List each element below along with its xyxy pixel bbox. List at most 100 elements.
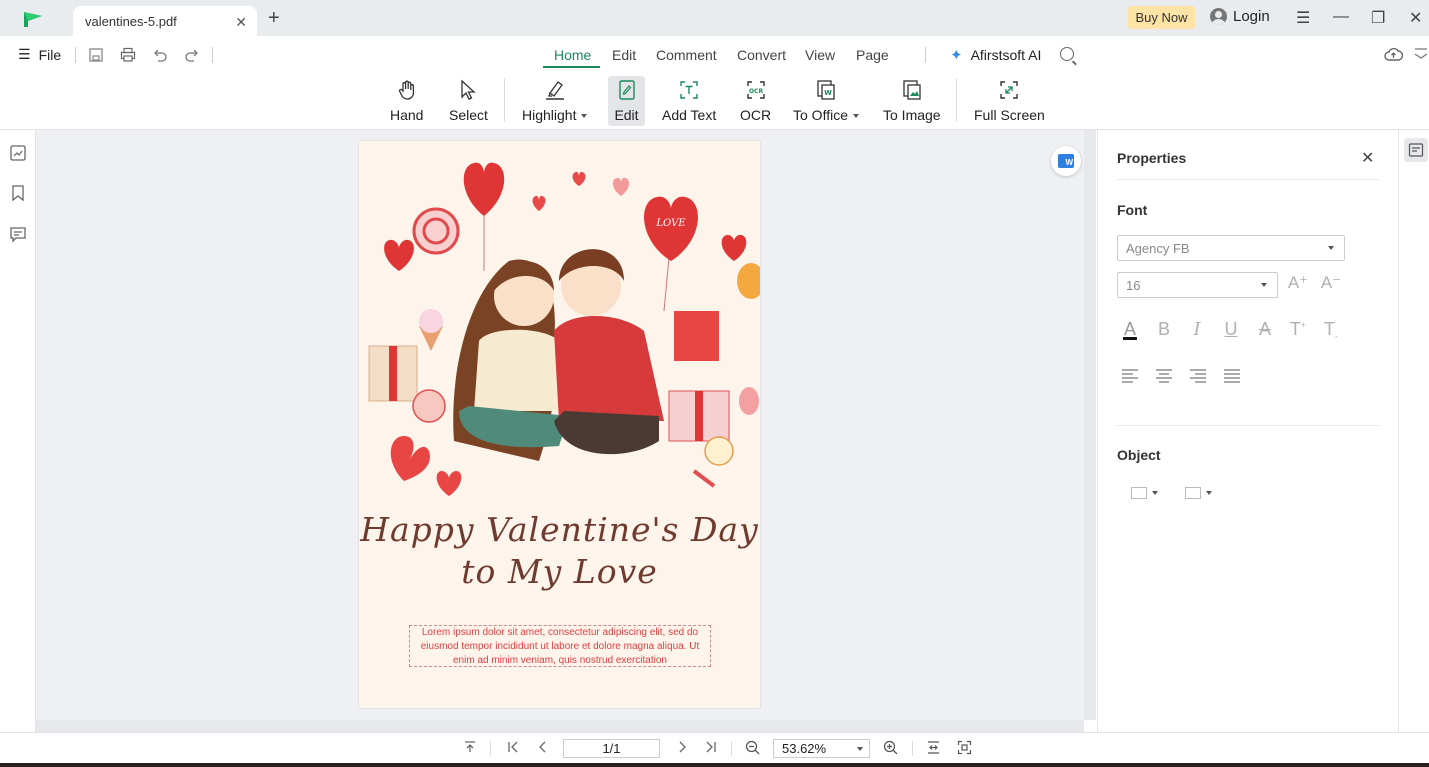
to-image-button[interactable]: To Image: [879, 76, 945, 126]
pdf-page[interactable]: LOVE Happy Valentine's Day to My Love Lo…: [359, 141, 760, 708]
divider: [1117, 179, 1379, 180]
increase-font-size-icon[interactable]: A⁺: [1286, 273, 1310, 293]
document-tab[interactable]: valentines-5.pdf ✕: [73, 6, 257, 36]
last-page-icon[interactable]: [704, 740, 718, 754]
cloud-upload-icon[interactable]: [1384, 47, 1403, 62]
document-tab-title: valentines-5.pdf: [85, 13, 177, 29]
page-number-input[interactable]: 1/1: [563, 739, 660, 758]
decrease-font-size-icon[interactable]: A⁻: [1319, 273, 1343, 293]
align-center-icon[interactable]: [1156, 369, 1172, 383]
align-right-icon[interactable]: [1190, 369, 1206, 383]
fit-width-icon[interactable]: [926, 740, 941, 755]
chevron-down-icon: [1206, 491, 1212, 495]
italic-icon[interactable]: I: [1185, 319, 1209, 340]
tab-convert[interactable]: Convert: [737, 47, 786, 63]
restore-icon[interactable]: ❐: [1371, 8, 1385, 28]
next-page-icon[interactable]: [675, 740, 689, 754]
hand-tool-button[interactable]: Hand: [386, 76, 427, 126]
chevron-down-icon: [581, 114, 588, 119]
ai-assistant-label: Afirstsoft AI: [970, 47, 1042, 63]
fit-page-icon[interactable]: [957, 740, 972, 755]
search-icon[interactable]: [1060, 47, 1074, 61]
hamburger-menu-icon[interactable]: ☰: [1296, 8, 1310, 28]
ai-assistant-button[interactable]: ✦ Afirstsoft AI: [950, 46, 1041, 64]
vertical-scrollbar[interactable]: [1084, 130, 1096, 720]
scroll-to-top-icon[interactable]: [463, 740, 477, 754]
valentine-couple-illustration: LOVE: [368, 162, 760, 496]
align-justify-icon[interactable]: [1224, 369, 1240, 383]
add-text-button[interactable]: Add Text: [658, 76, 720, 126]
properties-icon: [1408, 143, 1424, 157]
superscript-icon[interactable]: T+: [1286, 319, 1310, 340]
highlighter-icon: [545, 81, 564, 100]
login-label: Login: [1233, 8, 1270, 25]
taskbar-edge: [0, 763, 1429, 767]
edit-label: Edit: [614, 107, 639, 123]
ocr-label: OCR: [740, 107, 772, 123]
user-icon: [1210, 8, 1227, 25]
zoom-level-select[interactable]: 53.62%: [773, 739, 870, 758]
tab-view[interactable]: View: [805, 47, 835, 63]
title-bar: valentines-5.pdf ✕ + Buy Now Login ☰ — ❐…: [0, 0, 1429, 36]
tab-comment[interactable]: Comment: [656, 47, 717, 63]
bookmark-icon[interactable]: [9, 184, 27, 202]
horizontal-scrollbar[interactable]: [36, 720, 1084, 732]
to-office-button[interactable]: W To Office: [789, 76, 863, 126]
highlight-button[interactable]: Highlight: [518, 76, 591, 126]
full-screen-button[interactable]: Full Screen: [970, 76, 1049, 126]
select-tool-button[interactable]: Select: [445, 76, 492, 126]
zoom-out-icon[interactable]: [745, 740, 760, 755]
edit-button[interactable]: Edit: [608, 76, 645, 126]
menu-bar: ☰ File Home Edit Comment Convert View Pa…: [0, 36, 1429, 74]
first-page-icon[interactable]: [506, 740, 520, 754]
underline-icon[interactable]: U: [1219, 319, 1243, 340]
font-family-value: Agency FB: [1126, 240, 1190, 256]
translate-button[interactable]: W: [1051, 146, 1081, 176]
right-sidebar: [1398, 130, 1429, 732]
file-menu[interactable]: ☰ File: [18, 46, 61, 63]
buy-now-button[interactable]: Buy Now: [1128, 6, 1195, 29]
thumbnails-icon[interactable]: [9, 144, 27, 162]
balloon-love-text: LOVE: [655, 218, 686, 229]
comment-icon[interactable]: [9, 225, 27, 243]
login-button[interactable]: Login: [1210, 8, 1270, 25]
divider: [956, 78, 957, 122]
font-color-icon[interactable]: A: [1118, 319, 1142, 340]
font-size-value: 16: [1126, 277, 1141, 293]
font-size-select[interactable]: 16: [1117, 272, 1278, 298]
tab-page[interactable]: Page: [856, 47, 889, 63]
zoom-in-icon[interactable]: [883, 740, 898, 755]
tab-edit[interactable]: Edit: [612, 47, 636, 63]
object-align-icon: [1131, 487, 1147, 499]
close-icon[interactable]: ✕: [1361, 148, 1374, 168]
object-align-dropdown[interactable]: [1131, 487, 1158, 499]
properties-toggle-button[interactable]: [1404, 138, 1428, 162]
bold-icon[interactable]: B: [1152, 319, 1176, 340]
print-icon[interactable]: [120, 47, 136, 63]
strikethrough-icon[interactable]: A: [1253, 319, 1277, 340]
divider: [925, 47, 926, 63]
close-tab-icon[interactable]: ✕: [235, 14, 247, 31]
close-window-icon[interactable]: ✕: [1409, 8, 1422, 28]
previous-page-icon[interactable]: [536, 740, 550, 754]
tab-home[interactable]: Home: [554, 47, 591, 63]
add-text-label: Add Text: [662, 107, 717, 123]
greeting-line-2: to My Love: [461, 552, 658, 591]
ocr-button[interactable]: OCR OCR: [736, 76, 775, 126]
file-menu-label: File: [38, 46, 62, 63]
to-image-label: To Image: [883, 107, 941, 123]
object-distribute-dropdown[interactable]: [1185, 487, 1212, 499]
font-family-select[interactable]: Agency FB: [1117, 235, 1345, 261]
save-icon[interactable]: [88, 47, 104, 63]
redo-icon[interactable]: [184, 47, 200, 63]
undo-icon[interactable]: [152, 47, 168, 63]
collapse-ribbon-icon[interactable]: [1414, 47, 1428, 61]
editable-text-box[interactable]: Lorem ipsum dolor sit amet, consectetur …: [409, 625, 711, 667]
properties-title: Properties: [1117, 150, 1187, 166]
subscript-icon[interactable]: T-: [1319, 319, 1343, 342]
chevron-down-icon: [857, 747, 863, 751]
sparkle-icon: ✦: [950, 47, 963, 64]
align-left-icon[interactable]: [1122, 369, 1138, 383]
minimize-icon[interactable]: —: [1333, 8, 1349, 26]
new-tab-icon[interactable]: +: [268, 8, 280, 28]
